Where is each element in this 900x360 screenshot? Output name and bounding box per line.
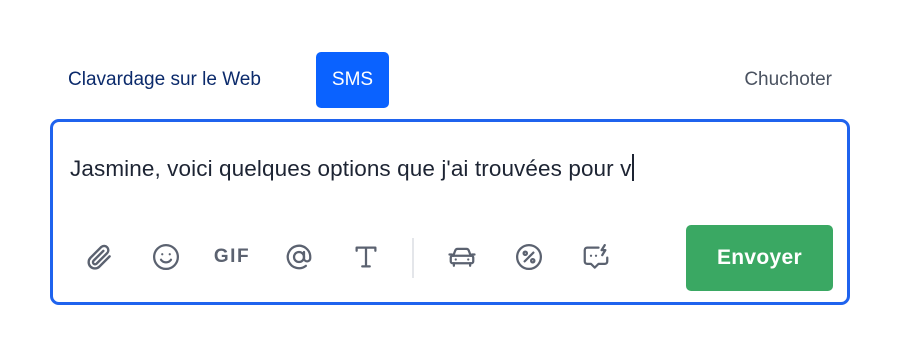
gif-button[interactable]: GIF bbox=[210, 240, 254, 274]
text-format-icon bbox=[355, 246, 377, 268]
composer-toolbar: GIF Envoyer bbox=[53, 225, 847, 291]
message-text: Jasmine, voici quelques options que j'ai… bbox=[70, 156, 632, 181]
mention-button[interactable] bbox=[282, 240, 316, 274]
paperclip-icon bbox=[87, 244, 111, 270]
text-caret bbox=[632, 154, 635, 181]
emoji-button[interactable] bbox=[149, 240, 183, 274]
attach-button[interactable] bbox=[82, 240, 116, 274]
gif-icon: GIF bbox=[213, 246, 251, 267]
quick-reply-icon bbox=[583, 244, 609, 269]
tab-whisper[interactable]: Chuchoter bbox=[744, 52, 832, 108]
quick-reply-button[interactable] bbox=[579, 240, 613, 274]
smiley-icon bbox=[153, 244, 179, 270]
offers-button[interactable] bbox=[512, 240, 546, 274]
channel-tabs: Clavardage sur le Web SMS Chuchoter bbox=[52, 52, 848, 110]
tab-sms[interactable]: SMS bbox=[316, 52, 389, 108]
text-format-button[interactable] bbox=[349, 240, 383, 274]
message-input[interactable]: Jasmine, voici quelques options que j'ai… bbox=[70, 154, 635, 182]
send-button[interactable]: Envoyer bbox=[686, 225, 833, 291]
toolbar-divider bbox=[412, 238, 414, 278]
vehicle-button[interactable] bbox=[445, 240, 479, 274]
tab-web-chat[interactable]: Clavardage sur le Web bbox=[68, 52, 261, 108]
message-composer: Jasmine, voici quelques options que j'ai… bbox=[50, 119, 850, 305]
car-icon bbox=[448, 247, 476, 267]
percent-badge-icon bbox=[516, 244, 542, 270]
at-sign-icon bbox=[286, 244, 312, 270]
